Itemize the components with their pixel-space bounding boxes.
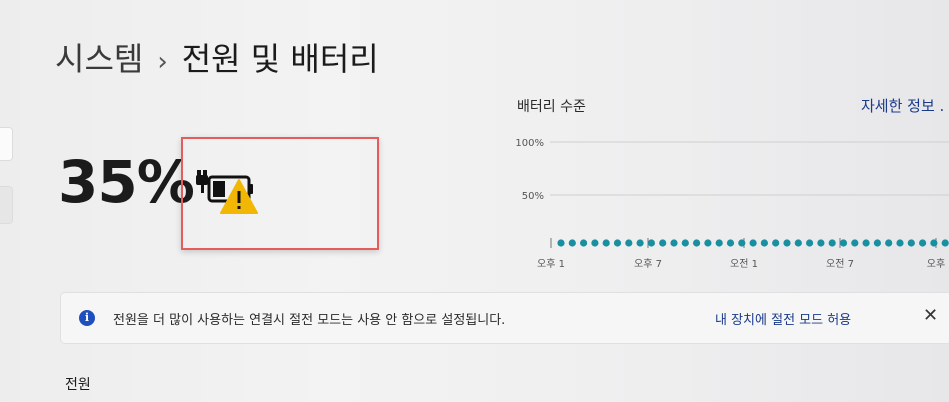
y-tick-label: 50%	[522, 191, 544, 202]
battery-level-point	[806, 239, 814, 247]
breadcrumb-separator: ›	[157, 47, 168, 77]
battery-level-point	[772, 239, 780, 247]
battery-level-point	[941, 239, 949, 247]
battery-level-point	[783, 239, 791, 247]
battery-level-point	[930, 239, 938, 247]
energy-saver-info-bar: i 전원을 더 많이 사용하는 연결시 절전 모드는 사용 안 함으로 설정됩니…	[60, 292, 949, 344]
breadcrumb: 시스템 › 전원 및 배터리	[55, 34, 379, 80]
x-tick-label: 오후 7	[634, 258, 662, 270]
battery-level-point	[557, 239, 565, 247]
battery-percentage: 35%	[58, 148, 195, 216]
battery-level-point	[602, 239, 610, 247]
more-info-link[interactable]: 자세한 정보 .	[861, 95, 944, 116]
battery-level-point	[647, 239, 655, 247]
battery-level-point	[896, 239, 904, 247]
close-icon[interactable]: ✕	[923, 305, 938, 326]
battery-level-point	[591, 239, 599, 247]
section-heading-power: 전원	[65, 377, 91, 393]
sidebar-item-edge-selected[interactable]	[0, 186, 13, 224]
battery-level-point	[828, 239, 836, 247]
x-tick-label: 오전 7	[826, 258, 854, 270]
battery-level-point	[919, 239, 927, 247]
battery-level-point	[851, 239, 859, 247]
battery-level-point	[839, 239, 848, 247]
battery-level-point	[613, 239, 622, 247]
battery-level-point	[760, 239, 768, 247]
battery-level-chart: 100% 50% 오후 1 오후 7 오전 1 오전 7 오후	[515, 138, 949, 270]
battery-level-point	[749, 239, 757, 247]
page-title: 전원 및 배터리	[181, 40, 379, 78]
battery-level-point	[681, 239, 689, 247]
x-tick-label: 오전 1	[730, 258, 758, 270]
battery-plugged-warning-icon	[196, 170, 258, 214]
sidebar-item-edge[interactable]	[0, 127, 13, 161]
battery-level-point	[907, 239, 915, 247]
battery-level-point	[726, 239, 735, 247]
battery-level-point	[580, 239, 588, 247]
battery-level-point	[670, 239, 678, 247]
battery-level-point	[738, 239, 746, 247]
battery-level-point	[704, 239, 712, 247]
breadcrumb-parent[interactable]: 시스템	[55, 40, 143, 78]
allow-energy-saver-link[interactable]: 내 장치에 절전 모드 허용	[715, 309, 851, 328]
battery-level-point	[636, 239, 644, 247]
battery-level-point	[715, 239, 723, 247]
x-tick-label: 오후	[927, 258, 945, 270]
x-tick-label: 오후 1	[537, 258, 565, 270]
chart-title: 배터리 수준	[517, 99, 586, 115]
battery-level-point	[625, 239, 633, 247]
info-icon: i	[79, 310, 95, 326]
battery-level-point	[794, 239, 802, 247]
battery-level-point	[817, 239, 825, 247]
battery-level-point	[659, 239, 667, 247]
y-tick-label: 100%	[515, 138, 544, 149]
battery-level-point	[568, 239, 576, 247]
battery-level-point	[885, 239, 893, 247]
battery-level-point	[873, 239, 881, 247]
battery-level-point	[693, 239, 701, 247]
info-message: 전원을 더 많이 사용하는 연결시 절전 모드는 사용 안 함으로 설정됩니다.	[113, 313, 506, 328]
battery-level-point	[862, 239, 870, 247]
